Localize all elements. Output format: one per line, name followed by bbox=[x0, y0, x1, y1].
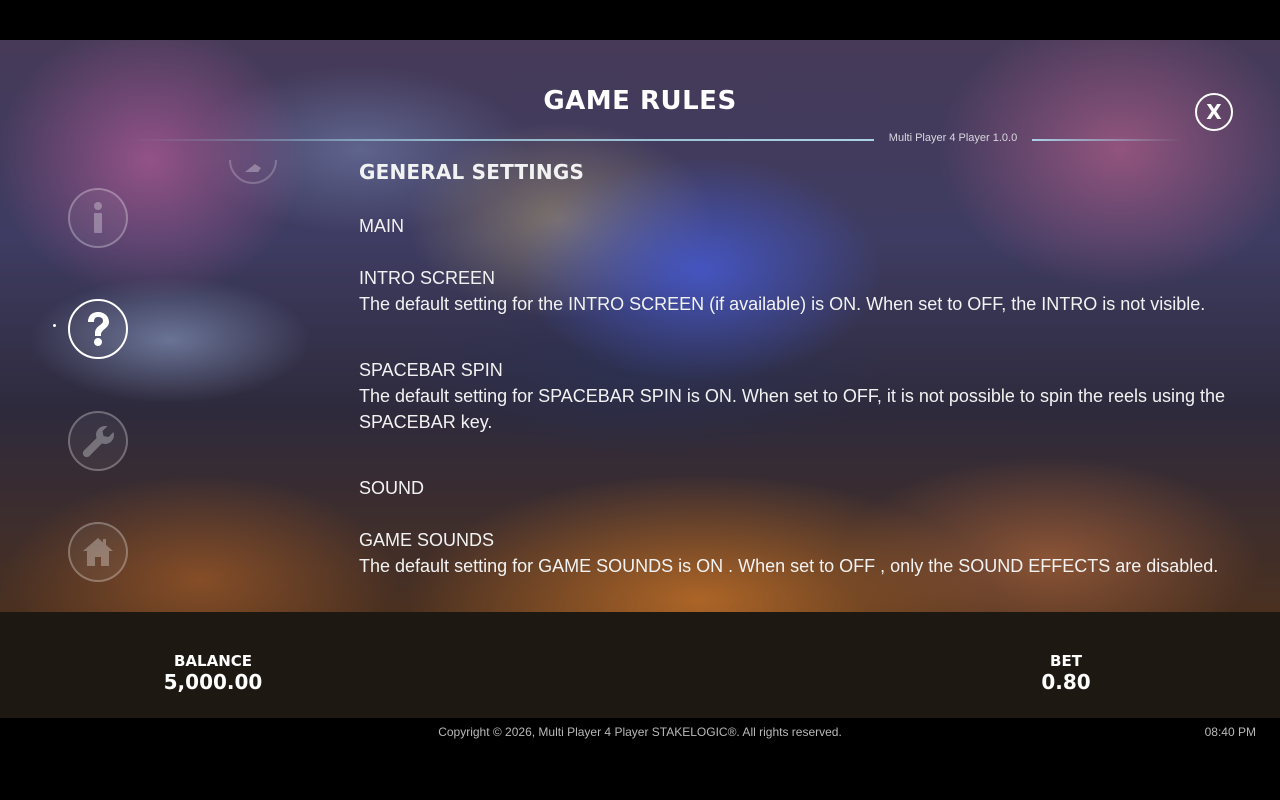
page-title: GAME RULES bbox=[543, 86, 737, 116]
home-icon bbox=[83, 538, 113, 566]
top-black-strip bbox=[0, 0, 1280, 40]
version-label: Multi Player 4 Player 1.0.0 bbox=[888, 132, 1018, 144]
bet-label: BET bbox=[1050, 652, 1082, 670]
bottom-info-strip: Copyright © 2026, Multi Player 4 Player … bbox=[0, 718, 1280, 800]
wrench-icon bbox=[82, 426, 114, 458]
balance-value: 5,000.00 bbox=[163, 670, 263, 694]
rule-item-spacebar-spin: SPACEBAR SPIN The default setting for SP… bbox=[359, 357, 1239, 435]
category-sound: SOUND bbox=[359, 478, 425, 498]
nav-help-button[interactable] bbox=[68, 299, 128, 359]
rule-item-intro-screen: INTRO SCREEN The default setting for the… bbox=[359, 265, 1239, 317]
scrolled-icon bbox=[245, 164, 261, 172]
clock: 08:40 PM bbox=[1204, 725, 1256, 739]
nav-settings-button[interactable] bbox=[68, 411, 128, 471]
close-button[interactable]: X bbox=[1195, 93, 1233, 131]
category-main: MAIN bbox=[359, 216, 404, 236]
game-footer-bar: BALANCE 5,000.00 BET 0.80 bbox=[0, 612, 1280, 718]
close-icon: X bbox=[1206, 100, 1222, 124]
rules-panel: GAME RULES Multi Player 4 Player 1.0.0 X bbox=[0, 40, 1280, 612]
nav-info-button[interactable] bbox=[68, 188, 128, 248]
rule-text: The default setting for GAME SOUNDS is O… bbox=[359, 556, 1219, 576]
balance-display: BALANCE 5,000.00 bbox=[143, 652, 283, 694]
info-icon bbox=[94, 202, 102, 233]
title-divider-left bbox=[130, 139, 874, 141]
bet-display: BET 0.80 bbox=[1016, 652, 1116, 694]
question-icon bbox=[88, 312, 109, 346]
title-divider-right bbox=[1032, 139, 1182, 141]
rules-content[interactable]: GENERAL SETTINGS MAIN INTRO SCREEN The d… bbox=[359, 153, 1239, 612]
rule-text: The default setting for the INTRO SCREEN… bbox=[359, 294, 1206, 314]
copyright-text: Copyright © 2026, Multi Player 4 Player … bbox=[438, 725, 842, 739]
bet-value: 0.80 bbox=[1041, 670, 1091, 694]
nav-home-button[interactable] bbox=[68, 522, 128, 582]
rule-text: The default setting for SPACEBAR SPIN is… bbox=[359, 386, 1226, 432]
rule-title: SPACEBAR SPIN bbox=[359, 360, 503, 380]
section-heading: GENERAL SETTINGS bbox=[359, 160, 585, 184]
rule-title: GAME SOUNDS bbox=[359, 530, 495, 550]
nav-item-scrolled-partial bbox=[229, 160, 277, 184]
rule-title: INTRO SCREEN bbox=[359, 268, 496, 288]
balance-label: BALANCE bbox=[173, 652, 253, 670]
rule-item-game-sounds: GAME SOUNDS The default setting for GAME… bbox=[359, 527, 1239, 579]
active-indicator-dot bbox=[53, 324, 56, 327]
